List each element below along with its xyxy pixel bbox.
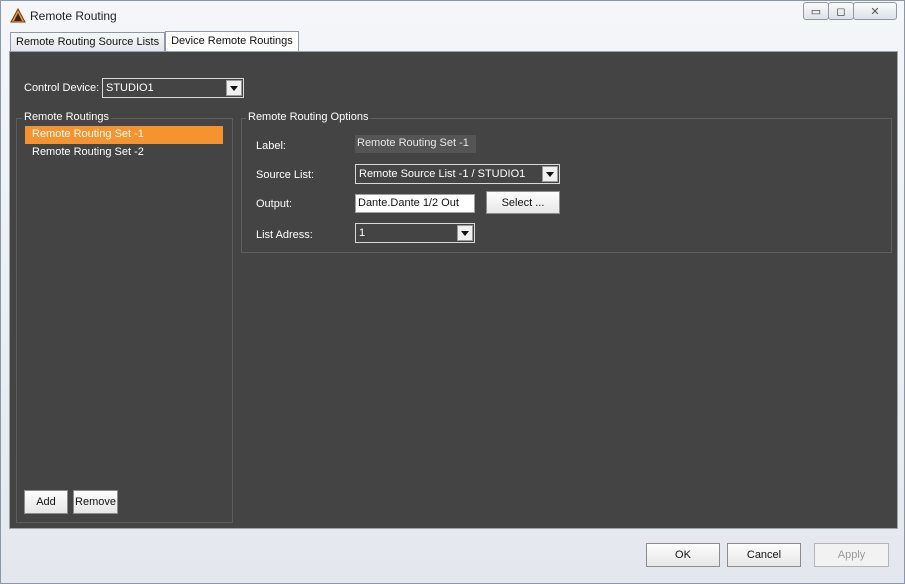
minimize-button[interactable]: ▭ xyxy=(803,2,829,20)
source-list-dropdown[interactable]: Remote Source List -1 / STUDIO1 xyxy=(355,164,560,184)
remote-routing-options-title: Remote Routing Options xyxy=(246,111,371,123)
apply-button[interactable]: Apply xyxy=(814,543,889,567)
list-address-dropdown[interactable]: 1 xyxy=(355,223,475,243)
control-device-label: Control Device: xyxy=(24,82,100,94)
remote-routings-group xyxy=(16,118,233,523)
chevron-down-icon[interactable] xyxy=(542,166,558,182)
tab-panel: Control Device: STUDIO1 Remote Routings … xyxy=(9,51,898,529)
remote-routing-window: Remote Routing ▭ ◻ ✕ Remote Routing Sour… xyxy=(0,0,905,584)
window-controls: ▭ ◻ ✕ xyxy=(803,2,897,20)
add-button[interactable]: Add xyxy=(24,490,68,514)
list-item[interactable]: Remote Routing Set -1 xyxy=(25,126,223,144)
chevron-down-icon[interactable] xyxy=(226,80,242,96)
tab-strip: Remote Routing Source Lists Device Remot… xyxy=(10,31,299,51)
app-logo-icon xyxy=(10,8,26,23)
remote-routings-title: Remote Routings xyxy=(22,111,111,123)
remove-button[interactable]: Remove xyxy=(73,490,118,514)
control-device-value: STUDIO1 xyxy=(106,82,154,94)
remote-routing-options-group xyxy=(241,118,892,253)
source-list-value: Remote Source List -1 / STUDIO1 xyxy=(359,168,526,180)
list-address-value: 1 xyxy=(359,227,366,239)
label-value: Remote Routing Set -1 xyxy=(355,135,476,153)
minimize-icon: ▭ xyxy=(810,5,822,18)
cancel-button[interactable]: Cancel xyxy=(727,543,801,567)
output-field[interactable]: Dante.Dante 1/2 Out xyxy=(355,194,475,213)
source-list-label: Source List: xyxy=(256,169,315,181)
label-field-label: Label: xyxy=(256,140,286,152)
maximize-icon: ◻ xyxy=(836,5,846,18)
output-label: Output: xyxy=(256,198,293,210)
select-output-button[interactable]: Select ... xyxy=(486,191,560,214)
ok-button[interactable]: OK xyxy=(646,543,720,567)
chevron-down-icon[interactable] xyxy=(457,225,473,241)
control-device-dropdown[interactable]: STUDIO1 xyxy=(102,78,244,98)
tab-device-remote-routings[interactable]: Device Remote Routings xyxy=(165,31,299,51)
close-button[interactable]: ✕ xyxy=(853,2,897,20)
dialog-footer: OK Cancel Apply xyxy=(1,529,904,583)
list-address-label: List Adress: xyxy=(256,229,313,241)
window-title: Remote Routing xyxy=(30,9,117,23)
tab-remote-routing-source-lists[interactable]: Remote Routing Source Lists xyxy=(10,32,166,51)
maximize-button[interactable]: ◻ xyxy=(828,2,854,20)
close-icon: ✕ xyxy=(870,5,880,18)
list-item[interactable]: Remote Routing Set -2 xyxy=(25,144,223,162)
title-bar[interactable]: Remote Routing ▭ ◻ ✕ xyxy=(1,1,904,31)
